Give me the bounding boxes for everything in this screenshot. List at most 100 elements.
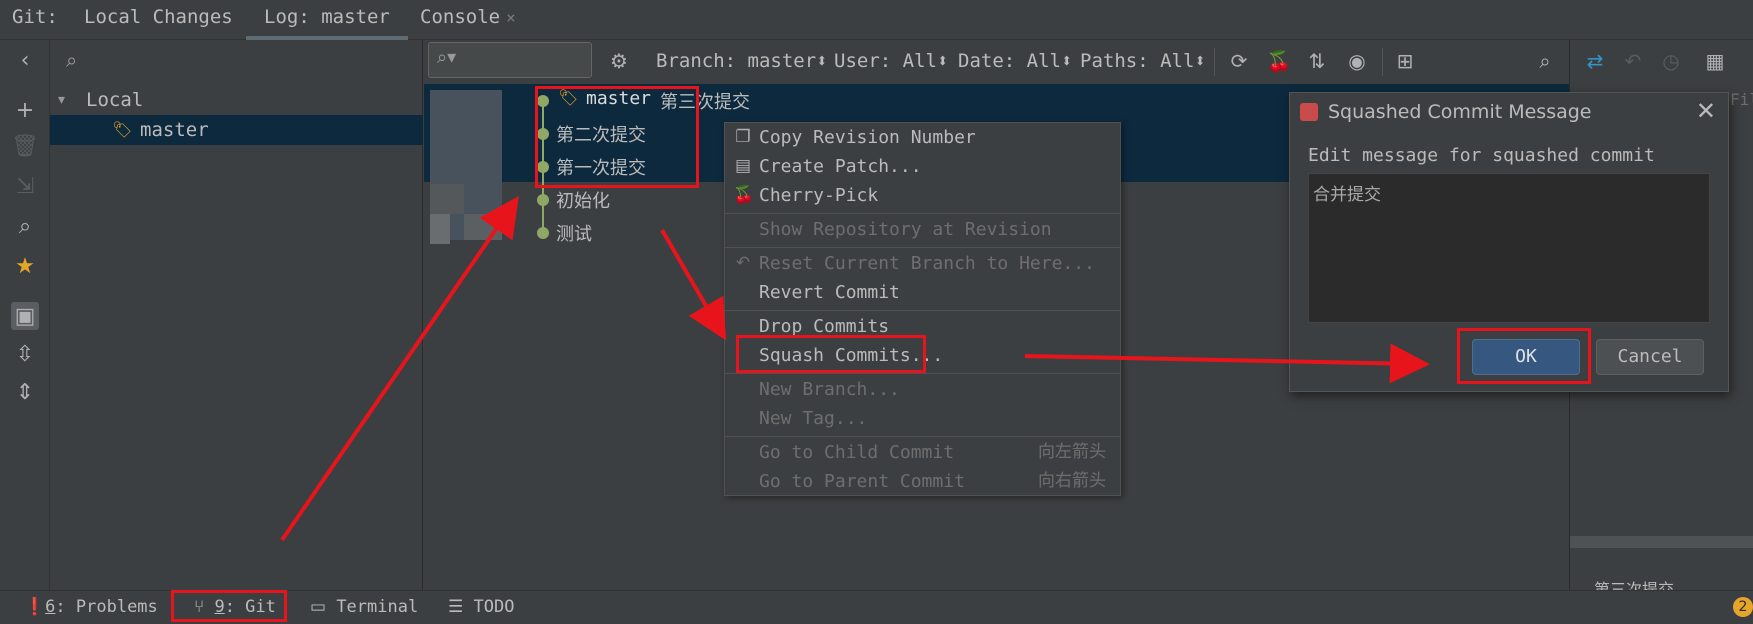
dropdown-arrows-icon: ⬍: [816, 50, 828, 72]
branch-search-field[interactable]: ⌕: [50, 40, 423, 84]
group-by-directory-icon[interactable]: ▣: [11, 302, 39, 330]
menu-item-label: Cherry-Pick: [759, 185, 879, 206]
menu-separator: [725, 213, 1120, 214]
menu-item-shortcut: 向右箭头: [1038, 471, 1106, 491]
menu-item-label: Reset Current Branch to Here...: [759, 253, 1095, 274]
commit-context-menu: ❐ Copy Revision Number ▤ Create Patch... 🍒…: [724, 122, 1121, 496]
collapse-all-icon[interactable]: ⇕: [11, 378, 39, 406]
git-tool-window-title: Git:: [12, 6, 58, 28]
tab-log-master[interactable]: Log: master: [246, 0, 408, 40]
favorite-star-icon[interactable]: ★: [11, 252, 39, 280]
menu-item-new-branch[interactable]: New Branch...: [725, 375, 1120, 404]
settings-gear-icon[interactable]: ⚙: [604, 46, 634, 76]
branches-panel: ⌕ ▾ Local 🏷 master: [50, 40, 423, 590]
date-filter[interactable]: Date: All⬍: [958, 50, 1072, 72]
tree-node-local[interactable]: ▾ Local: [50, 85, 423, 115]
menu-separator: [725, 373, 1120, 374]
menu-separator: [725, 436, 1120, 437]
delete-icon[interactable]: 🗑: [11, 132, 39, 160]
list-icon: ☰: [448, 597, 464, 617]
close-icon[interactable]: ×: [506, 8, 516, 27]
dropdown-arrows-icon: ⬍: [1060, 50, 1073, 72]
menu-item-cherry-pick[interactable]: 🍒 Cherry-Pick: [725, 181, 1120, 210]
horizontal-scrollbar[interactable]: [1570, 536, 1753, 548]
date-filter-label: Date: All: [958, 50, 1061, 72]
commit-node: [537, 227, 549, 239]
chevron-down-icon[interactable]: ▾: [58, 85, 65, 115]
notification-badge[interactable]: 2: [1733, 597, 1753, 617]
menu-item-create-patch[interactable]: ▤ Create Patch...: [725, 152, 1120, 181]
user-filter[interactable]: User: All⬍: [834, 50, 948, 72]
menu-item-shortcut: 向左箭头: [1038, 442, 1106, 462]
menu-item-show-repository[interactable]: Show Repository at Revision: [725, 215, 1120, 244]
log-search-input[interactable]: ⌕▾: [428, 42, 592, 78]
menu-item-copy-revision[interactable]: ❐ Copy Revision Number: [725, 123, 1120, 152]
eye-icon[interactable]: ◉: [1342, 46, 1372, 76]
dialog-prompt: Edit message for squashed commit: [1308, 145, 1655, 166]
paths-filter[interactable]: Paths: All⬍: [1080, 50, 1206, 72]
commit-message[interactable]: 测试: [556, 220, 592, 246]
compare-icon[interactable]: ⇲: [11, 172, 39, 200]
menu-item-reset-branch[interactable]: ↶ Reset Current Branch to Here...: [725, 249, 1120, 278]
undo-icon[interactable]: ↶: [1618, 46, 1648, 76]
cherry-pick-icon: 🍒: [733, 185, 755, 205]
branch-filter[interactable]: Branch: master⬍: [656, 50, 828, 72]
tag-icon: 🏷: [112, 120, 133, 139]
commit-message[interactable]: 初始化: [556, 187, 610, 213]
menu-item-go-child[interactable]: Go to Child Commit 向左箭头: [725, 438, 1120, 467]
blurred-block: [430, 214, 450, 244]
search-icon[interactable]: ⌕: [11, 212, 39, 240]
menu-item-label: Copy Revision Number: [759, 127, 976, 148]
new-tab-icon[interactable]: ⊞: [1390, 46, 1420, 76]
refresh-icon[interactable]: ⟳: [1224, 46, 1254, 76]
layout-grid-icon[interactable]: ▦: [1700, 46, 1730, 76]
branch-filter-label: Branch: master: [656, 50, 817, 72]
left-tool-strip: ‹ + 🗑 ⇲ ⌕ ★ ▣ ⇳ ⇕: [0, 40, 50, 590]
branch-item-master[interactable]: 🏷 master: [50, 115, 423, 145]
user-filter-label: User: All: [834, 50, 937, 72]
problems-label: : Problems: [55, 597, 158, 617]
search-icon: ⌕▾: [437, 47, 457, 68]
problems-number: 6: [45, 597, 56, 617]
patch-icon: ▤: [734, 156, 752, 176]
diff-arrows-icon[interactable]: ⇄: [1580, 46, 1610, 76]
copy-icon: ❐: [735, 127, 751, 147]
search-icon[interactable]: ⌕: [1530, 46, 1560, 76]
history-icon[interactable]: ◷: [1656, 46, 1686, 76]
commit-node: [537, 194, 549, 206]
annotation-box-selected-commits: [535, 86, 699, 188]
blurred-block: [464, 214, 502, 240]
log-toolbar: ⌕▾ ⚙ Branch: master⬍ User: All⬍ Date: Al…: [424, 40, 1569, 84]
expand-all-icon[interactable]: ⇳: [11, 340, 39, 368]
annotation-box-squash: [736, 335, 926, 373]
terminal-tool-button[interactable]: ▭ Terminal: [310, 597, 418, 617]
commit-message-textarea[interactable]: 合并提交: [1308, 173, 1710, 323]
close-icon[interactable]: ✕: [1696, 97, 1716, 125]
sort-icon[interactable]: ⇅: [1302, 46, 1332, 76]
dropdown-arrows-icon: ⬍: [936, 50, 949, 72]
tree-node-local-label: Local: [86, 89, 144, 111]
menu-item-label: Create Patch...: [759, 156, 922, 177]
tab-console-label: Console: [420, 6, 501, 28]
cancel-button[interactable]: Cancel: [1596, 339, 1704, 375]
menu-item-label: New Branch...: [759, 379, 900, 400]
collapse-panel-icon[interactable]: ‹: [11, 46, 39, 74]
menu-item-revert-commit[interactable]: Revert Commit: [725, 278, 1120, 307]
cherry-pick-icon[interactable]: 🍒: [1264, 46, 1294, 76]
menu-item-new-tag[interactable]: New Tag...: [725, 404, 1120, 433]
todo-tool-button[interactable]: ☰ TODO: [448, 597, 514, 617]
annotation-box-git: [171, 590, 287, 622]
add-icon[interactable]: +: [11, 96, 39, 124]
menu-item-go-parent[interactable]: Go to Parent Commit 向右箭头: [725, 467, 1120, 496]
dropdown-arrows-icon: ⬍: [1194, 50, 1206, 72]
menu-item-label: Show Repository at Revision: [759, 219, 1052, 240]
tab-console[interactable]: Console ×: [420, 0, 516, 40]
problems-tool-button[interactable]: ❗6: Problems: [24, 597, 158, 617]
todo-label: TODO: [473, 597, 515, 617]
tab-local-changes[interactable]: Local Changes: [84, 0, 233, 40]
toolbar-separator: [1214, 48, 1215, 76]
menu-separator: [725, 247, 1120, 248]
annotation-box-ok: [1457, 328, 1591, 384]
tool-window-tab-bar: Git: Local Changes Log: master Console ×: [0, 0, 1753, 40]
terminal-icon: ▭: [310, 597, 327, 617]
